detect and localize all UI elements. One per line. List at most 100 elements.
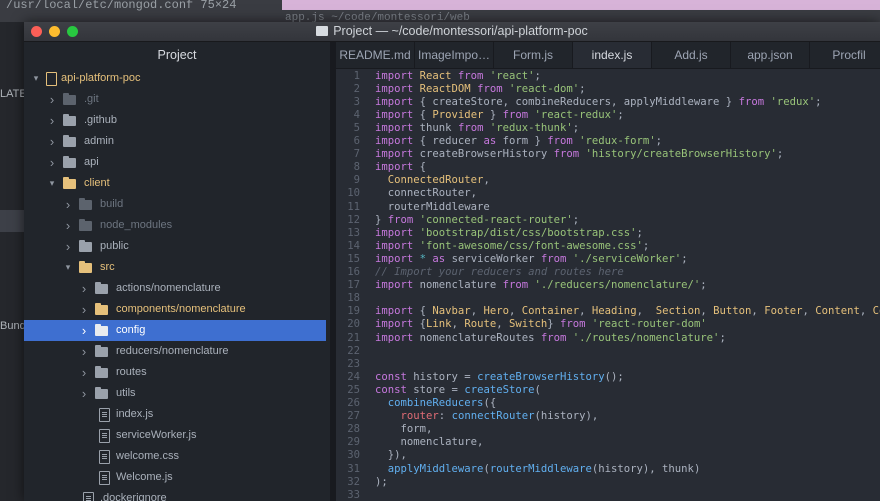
tree-item-label: src <box>100 261 115 273</box>
code-line: 5 import thunk from 'redux-thunk'; <box>336 122 880 135</box>
tree-item-welcome-js[interactable]: Welcome.js <box>24 467 326 488</box>
code-token: { <box>419 108 433 121</box>
code-token: ({ <box>483 397 497 409</box>
tree-item-src[interactable]: ▾ src <box>24 257 326 278</box>
code-text: import { Navbar, Hero, Container, Headin… <box>375 305 880 318</box>
tree-item-utils[interactable]: › utils <box>24 383 326 404</box>
tab-app-json[interactable]: app.json <box>731 42 810 68</box>
chevron-right-icon[interactable]: › <box>79 362 89 383</box>
code-token: Navbar <box>432 305 471 318</box>
code-token: , <box>802 305 816 318</box>
tree-item-label: index.js <box>116 408 154 420</box>
code-area[interactable]: 1 import React from 'react'; 2 import React… <box>336 69 880 501</box>
tree-item-components-nomenclature[interactable]: › components/nomenclature <box>24 299 326 320</box>
chevron-right-icon[interactable]: › <box>47 110 57 131</box>
tree-item-client[interactable]: ▾ client <box>24 173 326 194</box>
chevron-right-icon[interactable]: › <box>63 236 73 257</box>
folder-icon <box>95 303 108 315</box>
code-editor: README.md ImageImpo… Form.js index.js Add.js… <box>336 42 880 501</box>
tree-item-index-js[interactable]: index.js <box>24 404 326 425</box>
tree-item-config[interactable]: › config <box>24 320 326 341</box>
file-icon <box>99 429 110 443</box>
tree-item-routes[interactable]: › routes <box>24 362 326 383</box>
tree-item-label: utils <box>116 387 136 399</box>
code-text: const store = createStore( <box>375 384 541 397</box>
code-token: ; <box>700 279 707 292</box>
code-line: 25 const store = createStore( <box>336 384 880 397</box>
tree-item-api[interactable]: › api <box>24 152 326 173</box>
tree-item-label: api <box>84 156 99 168</box>
code-line: 19 import { Navbar, Hero, Container, Head… <box>336 305 880 318</box>
code-token: form } <box>502 135 548 147</box>
code-token: const <box>375 383 414 396</box>
tree-item-label: build <box>100 198 124 210</box>
tree-item-welcome-css[interactable]: welcome.css <box>24 446 326 467</box>
tree-item-admin[interactable]: › admin <box>24 131 326 152</box>
code-token: from <box>738 95 771 108</box>
tree-item-actions-nomenclature[interactable]: › actions/nomenclature <box>24 278 326 299</box>
chevron-right-icon[interactable]: › <box>79 383 89 404</box>
code-token: Container <box>521 305 580 318</box>
code-token: import <box>375 305 420 318</box>
tree-item-label: actions/nomenclature <box>116 282 221 294</box>
code-token: store = <box>413 383 465 396</box>
chevron-right-icon[interactable]: › <box>63 215 73 236</box>
tree-item-api-platform-poc[interactable]: ▾ api-platform-poc <box>24 68 326 89</box>
code-token: from <box>553 148 586 161</box>
chevron-right-icon[interactable]: › <box>79 320 89 341</box>
code-text: ConnectedRouter, <box>375 174 490 187</box>
background-sidebar: LATE Bund <box>0 22 27 501</box>
folder-icon <box>63 156 76 168</box>
code-text: import { createStore, combineReducers, a… <box>375 96 822 109</box>
code-token: ; <box>681 252 688 265</box>
code-token: from <box>387 213 420 226</box>
tab-imageimpo[interactable]: ImageImpo… <box>415 42 494 68</box>
line-number: 6 <box>353 135 360 147</box>
tree-item-git[interactable]: › .git <box>24 89 326 110</box>
chevron-down-icon[interactable]: ▾ <box>31 68 41 89</box>
tree-item-dockerignore[interactable]: .dockerignore <box>24 488 326 501</box>
background-sidebar-text: Bund <box>0 320 26 332</box>
code-text: import thunk from 'redux-thunk'; <box>375 122 579 135</box>
code-text: // Import your reducers and routes here <box>375 266 624 279</box>
code-line: 24 const history = createBrowserHistory()… <box>336 371 880 384</box>
code-token: import <box>375 252 420 265</box>
code-token: ; <box>534 69 541 82</box>
tree-item-node-modules[interactable]: › node_modules <box>24 215 326 236</box>
code-text: import ReactDOM from 'react-dom'; <box>375 83 586 96</box>
tab-form-js[interactable]: Form.js <box>494 42 573 68</box>
tab-proc-fil[interactable]: Proc​fil <box>810 42 880 68</box>
tree-item-reducers-nomenclature[interactable]: › reducers/nomenclature <box>24 341 326 362</box>
chevron-right-icon[interactable]: › <box>79 341 89 362</box>
chevron-right-icon[interactable]: › <box>63 194 73 215</box>
code-token: connectRouter <box>451 410 535 423</box>
code-token: nomenclatureRoutes <box>419 331 541 344</box>
code-line: 17 import nomenclature from './reducers/n… <box>336 279 880 292</box>
chevron-right-icon[interactable]: › <box>79 278 89 299</box>
code-line: 3 import { createStore, combineReducers, … <box>336 96 880 109</box>
code-token: 'redux' <box>770 95 816 108</box>
tree-item-public[interactable]: › public <box>24 236 326 257</box>
code-token: , <box>579 305 592 318</box>
tree-item-serviceworker-js[interactable]: serviceWorker.js <box>24 425 326 446</box>
tree-item-label: api-platform-poc <box>61 72 141 84</box>
code-line: 13 import 'bootstrap/dist/css/bootstrap.c… <box>336 227 880 240</box>
chevron-right-icon[interactable]: › <box>47 152 57 173</box>
tab-add-js[interactable]: Add.js <box>652 42 731 68</box>
chevron-right-icon[interactable]: › <box>47 131 57 152</box>
chevron-down-icon[interactable]: ▾ <box>47 173 57 194</box>
chevron-right-icon[interactable]: › <box>79 299 89 320</box>
line-number: 11 <box>347 200 360 213</box>
code-token: createBrowserHistory <box>419 148 554 161</box>
code-token: import <box>375 161 420 174</box>
tab-readme-md[interactable]: README.md <box>336 42 415 68</box>
tree-panel-title: Project <box>157 48 197 62</box>
tab-index-js[interactable]: index.js <box>573 42 652 68</box>
tree-item-github[interactable]: › .github <box>24 110 326 131</box>
folder-icon <box>79 219 92 231</box>
code-token: routerMiddleware <box>489 462 592 475</box>
chevron-right-icon[interactable]: › <box>47 89 57 110</box>
chevron-down-icon[interactable]: ▾ <box>63 257 73 278</box>
tree-item-build[interactable]: › build <box>24 194 326 215</box>
